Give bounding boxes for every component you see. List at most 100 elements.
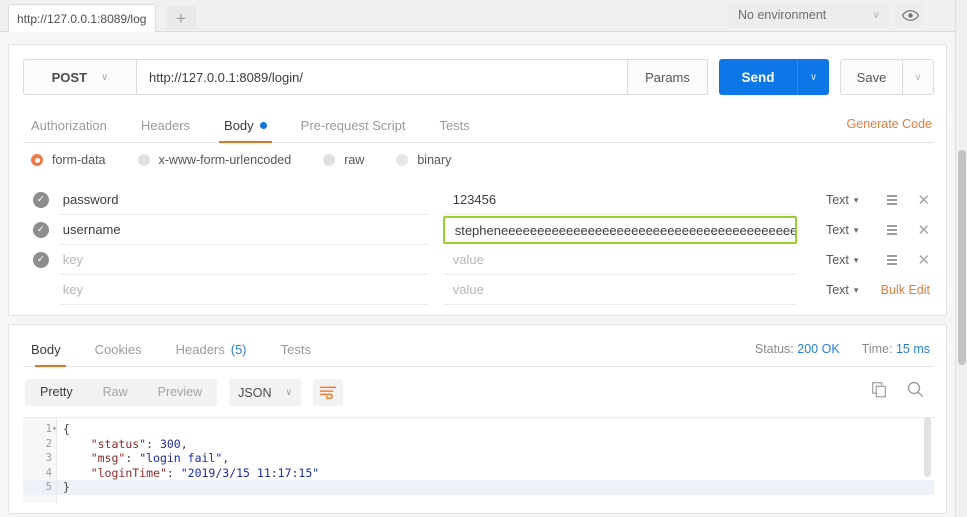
key-input[interactable]: password bbox=[58, 185, 429, 215]
line-number-gutter: ▾ 1 2 3 4 5 bbox=[23, 418, 57, 503]
value-type-selector[interactable]: Text ▾ bbox=[797, 223, 863, 237]
row-actions: ✕ bbox=[862, 253, 934, 268]
send-button[interactable]: Send bbox=[719, 59, 797, 95]
radio-unselected-icon bbox=[137, 154, 150, 166]
environment-selector[interactable]: No environment ∨ bbox=[729, 2, 889, 28]
code-line: } bbox=[57, 480, 934, 495]
close-icon[interactable]: ✕ bbox=[917, 253, 930, 268]
description-icon[interactable] bbox=[887, 225, 898, 235]
value-type-selector[interactable]: Text ▾ bbox=[797, 193, 863, 207]
http-method-selector[interactable]: POST ∨ bbox=[23, 59, 136, 95]
request-panel: POST ∨ http://127.0.0.1:8089/login/ Para… bbox=[8, 44, 947, 316]
generate-code-label: Generate Code bbox=[846, 117, 932, 131]
value-type-label: Text bbox=[825, 253, 849, 267]
check-icon: ✓ bbox=[32, 252, 49, 268]
value-type-selector[interactable]: Text ▾ bbox=[797, 253, 863, 267]
request-url-value: http://127.0.0.1:8089/login/ bbox=[149, 69, 303, 85]
view-mode-raw[interactable]: Raw bbox=[88, 379, 143, 406]
value-type-selector[interactable]: Text ▾ bbox=[797, 283, 863, 297]
bulk-edit-link[interactable]: Bulk Edit bbox=[881, 283, 930, 297]
page-scrollbar[interactable] bbox=[955, 0, 967, 517]
value-input[interactable]: value bbox=[442, 275, 797, 305]
eye-icon bbox=[901, 9, 919, 21]
send-options-button[interactable]: ∨ bbox=[797, 59, 829, 95]
code-token: } bbox=[63, 480, 70, 494]
word-wrap-button[interactable] bbox=[313, 379, 344, 406]
value-placeholder: value bbox=[452, 252, 484, 267]
line-number-value: 1 bbox=[45, 423, 52, 435]
row-actions: Bulk Edit bbox=[862, 283, 934, 297]
page-scrollbar-thumb[interactable] bbox=[958, 150, 966, 365]
tab-body[interactable]: Body bbox=[207, 118, 284, 143]
table-row: key value Text ▾ Bulk Edit bbox=[23, 275, 934, 305]
value-type-label: Text bbox=[825, 223, 849, 237]
params-label: Params bbox=[645, 69, 690, 85]
radio-form-data[interactable]: form-data bbox=[31, 153, 106, 167]
response-scrollbar-thumb[interactable] bbox=[924, 417, 931, 477]
key-input[interactable]: key bbox=[58, 275, 429, 305]
description-icon[interactable] bbox=[887, 255, 898, 265]
value-input[interactable]: stepheneeeeeeeeeeeeeeeeeeeeeeeeeeeeeeeee… bbox=[442, 216, 797, 244]
environment-selected-label: No environment bbox=[738, 8, 827, 22]
copy-icon[interactable] bbox=[872, 381, 888, 398]
response-tab-body[interactable]: Body bbox=[23, 342, 78, 367]
chevron-down-icon: ∨ bbox=[285, 387, 293, 397]
description-icon[interactable] bbox=[887, 195, 898, 205]
view-mode-pretty[interactable]: Pretty bbox=[25, 379, 88, 406]
key-value: username bbox=[62, 222, 121, 237]
code-token-key: "msg" bbox=[90, 451, 126, 465]
environment-quick-look-button[interactable] bbox=[895, 2, 925, 28]
save-button[interactable]: Save bbox=[840, 59, 902, 95]
response-tab-tests[interactable]: Tests bbox=[264, 342, 328, 366]
key-input[interactable]: key bbox=[58, 245, 429, 275]
code-token: : bbox=[166, 465, 181, 480]
save-options-button[interactable]: ∨ bbox=[902, 59, 934, 95]
chevron-down-icon: ∨ bbox=[101, 71, 109, 83]
response-tab-cookies-label: Cookies bbox=[94, 342, 142, 357]
search-icon[interactable] bbox=[907, 381, 924, 398]
line-number: 2 bbox=[23, 437, 56, 452]
tab-authorization-label: Authorization bbox=[31, 118, 107, 133]
line-number: 3 bbox=[23, 451, 56, 466]
row-enabled-checkbox[interactable]: ✓ bbox=[23, 192, 59, 208]
code-token-number: 300 bbox=[159, 436, 181, 451]
tab-body-label: Body bbox=[224, 118, 254, 133]
tab-headers[interactable]: Headers bbox=[124, 118, 207, 142]
view-mode-group: Pretty Raw Preview bbox=[25, 379, 218, 406]
response-code-viewer[interactable]: ▾ 1 2 3 4 5 { "status": 300, "msg": "logi… bbox=[23, 417, 934, 503]
close-icon[interactable]: ✕ bbox=[917, 223, 930, 238]
tab-authorization[interactable]: Authorization bbox=[23, 118, 124, 142]
time-value: 15 ms bbox=[895, 342, 930, 356]
value-input[interactable]: 123456 bbox=[442, 185, 797, 215]
tab-pre-request-script[interactable]: Pre-request Script bbox=[284, 118, 423, 142]
radio-x-www-form-urlencoded[interactable]: x-www-form-urlencoded bbox=[137, 153, 291, 167]
tab-tests[interactable]: Tests bbox=[422, 118, 486, 142]
chevron-down-icon: ▾ bbox=[853, 254, 859, 265]
close-icon[interactable]: ✕ bbox=[917, 193, 930, 208]
key-value: password bbox=[62, 192, 119, 207]
fold-toggle-icon[interactable]: ▾ bbox=[52, 422, 57, 437]
code-line: { bbox=[57, 422, 934, 437]
code-token: : bbox=[146, 436, 160, 451]
key-input[interactable]: username bbox=[58, 215, 429, 245]
response-tab-cookies[interactable]: Cookies bbox=[78, 342, 159, 366]
response-headers-count: (5) bbox=[230, 342, 247, 357]
view-mode-preview[interactable]: Preview bbox=[143, 379, 217, 406]
radio-raw[interactable]: raw bbox=[323, 153, 364, 167]
body-type-radio-group: form-data x-www-form-urlencoded raw bina… bbox=[31, 153, 483, 167]
body-modified-dot-icon bbox=[259, 122, 267, 129]
row-enabled-checkbox[interactable]: ✓ bbox=[23, 222, 59, 238]
params-button[interactable]: Params bbox=[628, 59, 708, 95]
request-url-input[interactable]: http://127.0.0.1:8089/login/ bbox=[136, 59, 628, 95]
tab-headers-label: Headers bbox=[140, 118, 191, 133]
generate-code-link[interactable]: Generate Code bbox=[847, 117, 932, 131]
new-tab-button[interactable]: + bbox=[166, 6, 196, 30]
response-tab-headers[interactable]: Headers (5) bbox=[159, 342, 264, 366]
request-tab[interactable]: http://127.0.0.1:8089/log bbox=[8, 4, 156, 32]
request-tab-label: http://127.0.0.1:8089/log bbox=[17, 11, 147, 26]
row-enabled-checkbox[interactable]: ✓ bbox=[23, 252, 59, 268]
check-icon: ✓ bbox=[32, 222, 49, 238]
value-input[interactable]: value bbox=[442, 245, 797, 275]
response-format-selector[interactable]: JSON ∨ bbox=[229, 379, 302, 406]
radio-binary[interactable]: binary bbox=[396, 153, 451, 167]
